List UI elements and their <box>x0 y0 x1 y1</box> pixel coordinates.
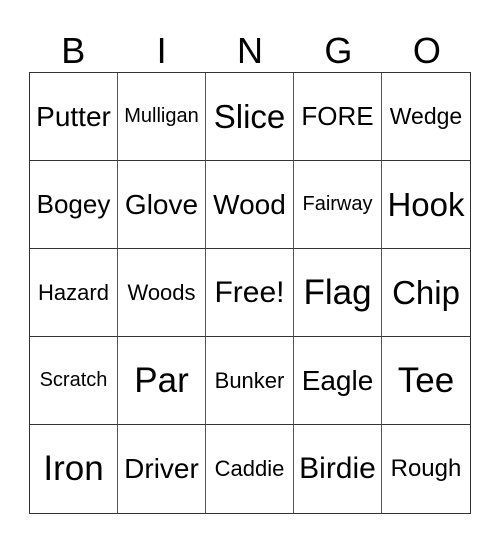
bingo-cell[interactable]: Caddie <box>206 425 294 513</box>
bingo-cell[interactable]: Scratch <box>30 337 118 425</box>
bingo-cell[interactable]: Birdie <box>294 425 382 513</box>
bingo-cell[interactable]: Hazard <box>30 249 118 337</box>
bingo-cell[interactable]: Slice <box>206 73 294 161</box>
bingo-cell[interactable]: Chip <box>382 249 470 337</box>
bingo-cell[interactable]: Bogey <box>30 161 118 249</box>
bingo-cell[interactable]: Tee <box>382 337 470 425</box>
header-letter-g: G <box>324 30 353 71</box>
bingo-header: B I N G O <box>29 30 471 72</box>
free-space-cell[interactable]: Free! <box>206 249 294 337</box>
bingo-cell[interactable]: Eagle <box>294 337 382 425</box>
header-letter-o: O <box>412 30 441 71</box>
header-letter-b: B <box>61 30 86 71</box>
header-letter-i: I <box>156 30 167 71</box>
bingo-cell[interactable]: Flag <box>294 249 382 337</box>
bingo-cell[interactable]: Par <box>118 337 206 425</box>
bingo-cell[interactable]: Bunker <box>206 337 294 425</box>
bingo-cell[interactable]: Hook <box>382 161 470 249</box>
bingo-cell[interactable]: Mulligan <box>118 73 206 161</box>
bingo-cell[interactable]: FORE <box>294 73 382 161</box>
bingo-grid: Putter Mulligan Slice FORE Wedge Bogey G… <box>29 72 471 514</box>
header-letter-n: N <box>237 30 264 71</box>
bingo-cell[interactable]: Iron <box>30 425 118 513</box>
bingo-cell[interactable]: Driver <box>118 425 206 513</box>
bingo-cell[interactable]: Wedge <box>382 73 470 161</box>
bingo-cell[interactable]: Glove <box>118 161 206 249</box>
bingo-cell[interactable]: Woods <box>118 249 206 337</box>
bingo-cell[interactable]: Wood <box>206 161 294 249</box>
bingo-cell[interactable]: Putter <box>30 73 118 161</box>
bingo-cell[interactable]: Fairway <box>294 161 382 249</box>
bingo-cell[interactable]: Rough <box>382 425 470 513</box>
